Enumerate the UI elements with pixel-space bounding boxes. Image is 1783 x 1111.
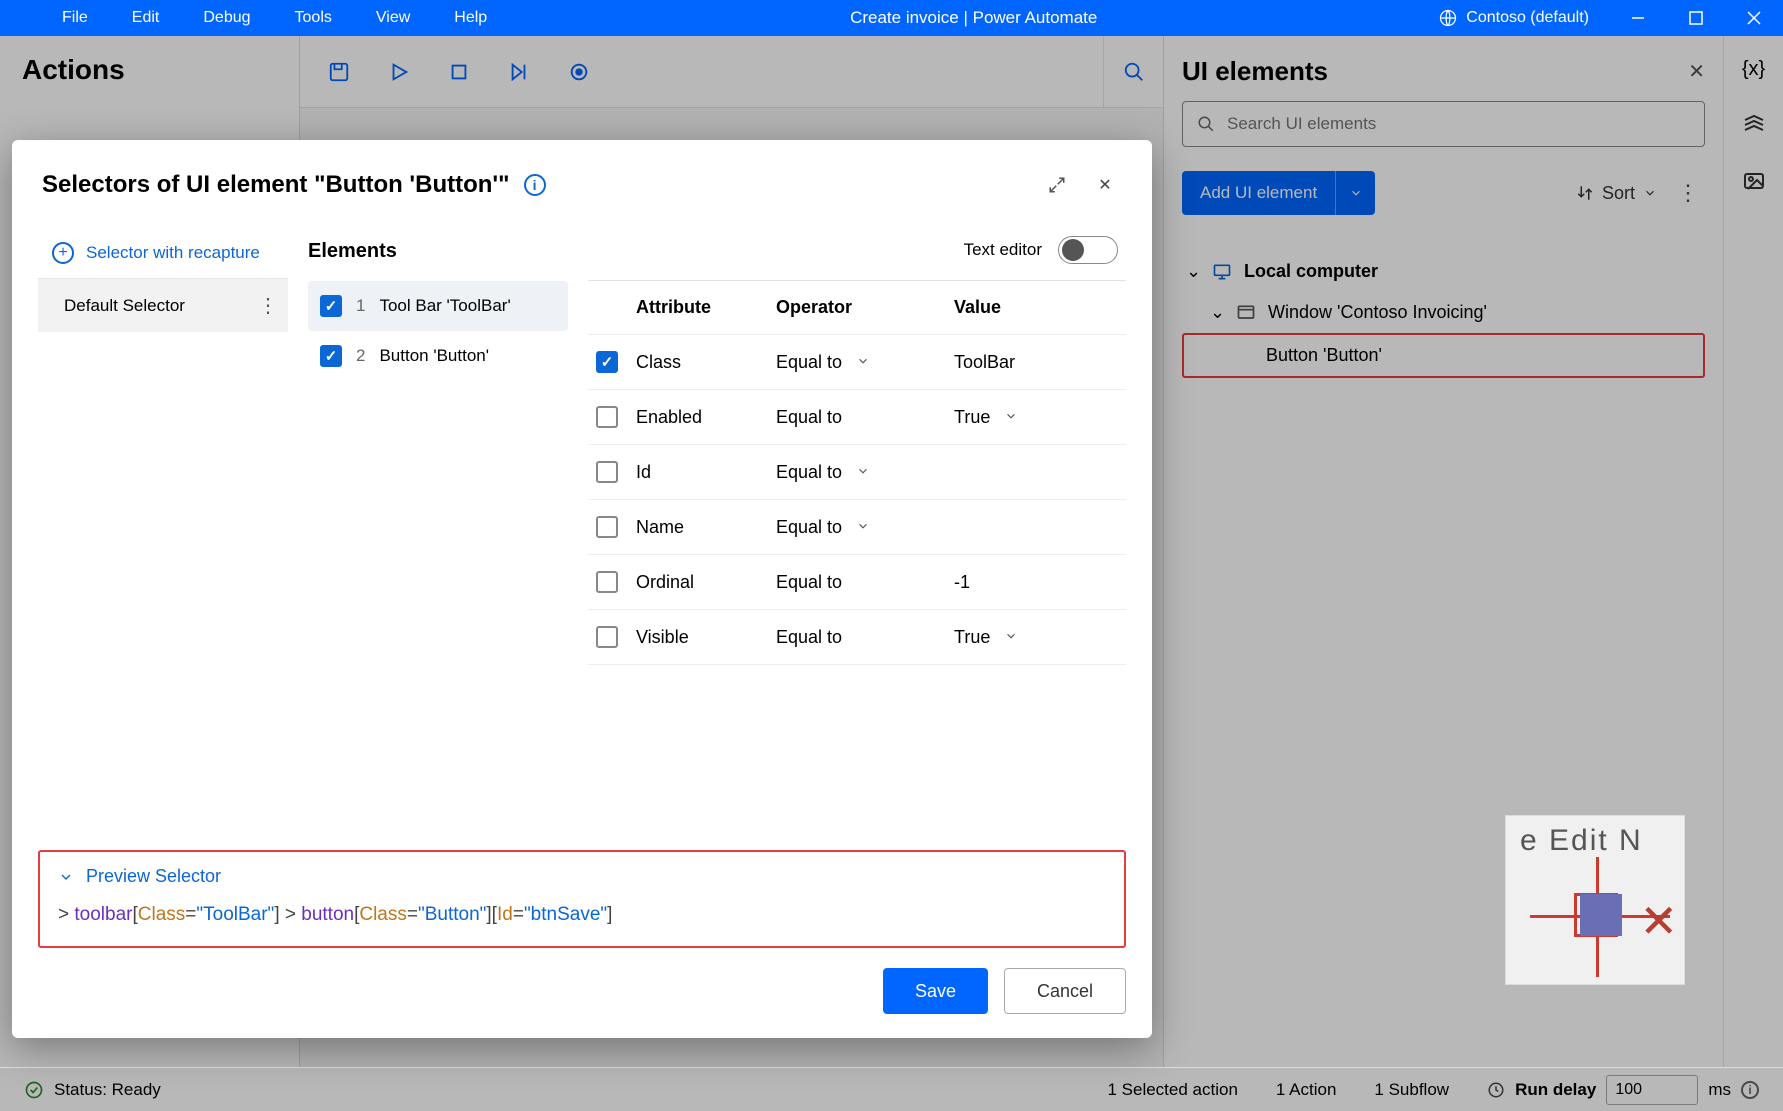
ui-element-thumbnail: e Edit N ✕ [1505,815,1685,985]
text-editor-label: Text editor [964,240,1042,260]
preview-selector-text: > toolbar[Class="ToolBar"] > button[Clas… [58,903,1106,926]
attribute-row[interactable]: OrdinalEqual to-1 [588,555,1126,610]
plus-icon: + [52,242,74,264]
preview-selector-box: Preview Selector > toolbar[Class="ToolBa… [38,850,1126,948]
checkbox[interactable] [596,626,618,648]
attribute-name: Enabled [636,407,776,428]
operator-cell[interactable]: Equal to [776,352,954,373]
chevron-down-icon[interactable] [1004,629,1018,643]
checkbox[interactable] [596,351,618,373]
checkbox[interactable] [596,571,618,593]
attribute-row[interactable]: EnabledEqual toTrue [588,390,1126,445]
menu-file[interactable]: File [40,9,110,27]
element-label: Tool Bar 'ToolBar' [379,296,510,316]
info-icon[interactable]: i [524,174,546,196]
checkbox[interactable] [596,461,618,483]
menu-bar: File Edit Debug Tools View Help [0,9,509,27]
minimize-button[interactable] [1609,0,1667,36]
status-ready: Status: Ready [24,1080,161,1100]
attribute-name: Id [636,462,776,483]
operator-cell[interactable]: Equal to [776,572,954,593]
globe-icon [1438,8,1458,28]
value-cell[interactable]: -1 [954,572,1114,593]
titlebar: File Edit Debug Tools View Help Create i… [0,0,1783,36]
chevron-down-icon [58,869,74,885]
attribute-name: Ordinal [636,572,776,593]
selector-name: Default Selector [64,296,185,316]
disk-icon [1580,894,1622,936]
attribute-row[interactable]: ClassEqual toToolBar [588,335,1126,390]
preview-selector-toggle[interactable]: Preview Selector [58,866,1106,887]
element-index: 2 [356,346,365,366]
text-editor-toggle[interactable] [1058,236,1118,264]
check-circle-icon [24,1080,44,1100]
environment-label: Contoso (default) [1466,9,1589,27]
element-index: 1 [356,296,365,316]
expand-dialog-button[interactable] [1040,168,1074,202]
thumbnail-caption: e Edit N [1506,816,1684,866]
close-button[interactable] [1725,0,1783,36]
operator-cell[interactable]: Equal to [776,627,954,648]
environment-picker[interactable]: Contoso (default) [1438,8,1589,28]
run-delay-input[interactable] [1606,1075,1698,1105]
more-icon[interactable]: ⋮ [258,293,278,318]
attribute-name: Name [636,517,776,538]
menu-debug[interactable]: Debug [181,9,272,27]
cancel-button[interactable]: Cancel [1004,968,1126,1014]
attribute-row[interactable]: IdEqual to [588,445,1126,500]
status-actions: 1 Action [1276,1080,1337,1100]
status-bar: Status: Ready 1 Selected action 1 Action… [0,1067,1783,1111]
dialog-close-button[interactable]: ✕ [1088,168,1122,202]
recapture-label: Selector with recapture [86,243,260,263]
element-label: Button 'Button' [379,346,489,366]
checkbox[interactable] [320,345,342,367]
menu-edit[interactable]: Edit [110,9,182,27]
value-cell[interactable]: ToolBar [954,352,1114,373]
operator-cell[interactable]: Equal to [776,462,954,483]
chevron-down-icon[interactable] [1004,409,1018,423]
chevron-down-icon[interactable] [856,519,870,533]
attribute-name: Class [636,352,776,373]
clock-icon [1487,1081,1505,1099]
save-button[interactable]: Save [883,968,988,1014]
run-delay-label: Run delay [1515,1080,1596,1100]
attribute-row[interactable]: VisibleEqual toTrue [588,610,1126,665]
x-icon: ✕ [1639,894,1678,948]
element-row[interactable]: 2 Button 'Button' [308,331,568,381]
checkbox[interactable] [596,406,618,428]
maximize-button[interactable] [1667,0,1725,36]
value-cell[interactable]: True [954,407,1114,428]
dialog-title: Selectors of UI element "Button 'Button'… [42,171,510,199]
col-attribute: Attribute [636,297,776,318]
operator-cell[interactable]: Equal to [776,407,954,428]
window-title: Create invoice | Power Automate [509,8,1438,28]
selector-list-item[interactable]: Default Selector ⋮ [38,279,288,332]
selector-builder-dialog: Selectors of UI element "Button 'Button'… [12,140,1152,1038]
info-icon[interactable]: i [1741,1081,1759,1099]
menu-help[interactable]: Help [432,9,509,27]
chevron-down-icon[interactable] [856,464,870,478]
status-selected-actions: 1 Selected action [1107,1080,1237,1100]
attribute-row[interactable]: NameEqual to [588,500,1126,555]
status-subflows: 1 Subflow [1374,1080,1449,1100]
col-operator: Operator [776,297,954,318]
selector-with-recapture-button[interactable]: + Selector with recapture [38,228,288,279]
col-value: Value [954,297,1114,318]
attribute-name: Visible [636,627,776,648]
checkbox[interactable] [320,295,342,317]
value-cell[interactable]: True [954,627,1114,648]
operator-cell[interactable]: Equal to [776,517,954,538]
elements-header: Elements [308,228,568,281]
element-row[interactable]: 1 Tool Bar 'ToolBar' [308,281,568,331]
menu-view[interactable]: View [354,9,432,27]
chevron-down-icon[interactable] [856,354,870,368]
attribute-table: Attribute Operator Value ClassEqual toTo… [588,280,1126,665]
run-delay-unit: ms [1708,1080,1731,1100]
preview-selector-label: Preview Selector [86,866,221,887]
checkbox[interactable] [596,516,618,538]
window-controls [1609,0,1783,36]
menu-tools[interactable]: Tools [273,9,354,27]
